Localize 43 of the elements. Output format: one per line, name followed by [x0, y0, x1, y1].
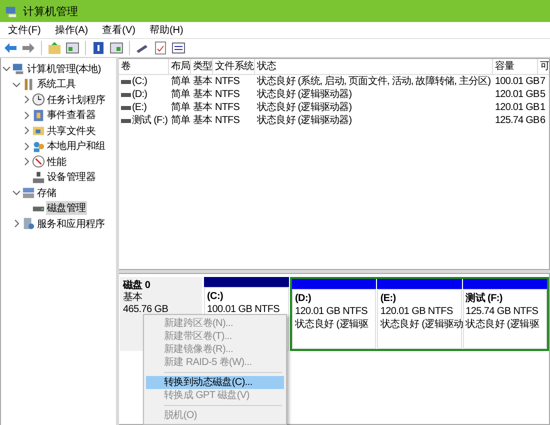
file-system-cell-text: NTFS [214, 114, 241, 127]
partition-name: (C:) [207, 291, 224, 303]
capacity-cell-text: 125.74 GB [494, 114, 538, 127]
column-7-cell-text: 1 [540, 101, 546, 114]
type-cell-text: 基本 [192, 101, 213, 114]
column-7-cell-text: 7 [540, 75, 546, 88]
status-cell-text: 状态良好 (逻辑驱动器) [256, 88, 353, 101]
partition-size: 120.01 GB NTFS [295, 306, 368, 318]
partition-status: 状态良好 (逻辑驱动 [380, 319, 464, 331]
file-system-cell-text: NTFS [214, 75, 241, 88]
status-cell-text: 状态良好 (逻辑驱动器) [256, 114, 353, 127]
partition-status: 状态良好 (逻辑驱 [466, 319, 540, 331]
partition-name: 测试 (F:) [466, 293, 502, 305]
type-cell-text: 基本 [192, 114, 213, 127]
type-cell-text: 基本 [192, 75, 213, 88]
column-7-cell-text: 5 [540, 88, 546, 101]
file-system-cell-text: NTFS [214, 101, 241, 114]
status-cell-text: 状态良好 (逻辑驱动器) [256, 101, 353, 114]
volume-name: (D:) [132, 88, 148, 101]
layout-cell-text: 简单 [170, 75, 191, 88]
partition-status: 状态良好 (逻辑驱 [295, 319, 368, 331]
volume-name: (E:) [132, 101, 147, 114]
partition-size: 120.01 GB NTFS [380, 306, 453, 318]
layout-cell-text: 简单 [170, 101, 191, 114]
capacity-cell-text: 120.01 GB [494, 101, 538, 114]
disk-name: 磁盘 0 [123, 280, 150, 292]
volume-name: 测试 (F:) [132, 114, 168, 127]
disk-type: 基本 [123, 292, 142, 304]
window-title: 计算机管理 [23, 4, 78, 18]
partition-name: (D:) [295, 293, 312, 305]
status-cell-text: 状态良好 (系统, 启动, 页面文件, 活动, 故障转储, 主分区) [256, 75, 492, 88]
layout-cell-text: 简单 [170, 88, 191, 101]
disk-size: 465.76 GB [123, 304, 168, 316]
column-7-cell-text: 6 [540, 114, 546, 127]
capacity-cell-text: 100.01 GB [494, 75, 538, 88]
partition-name: (E:) [380, 293, 396, 305]
partition-size: 125.74 GB NTFS [466, 306, 538, 318]
layout-cell-text: 简单 [170, 114, 191, 127]
capacity-cell-text: 120.01 GB [494, 88, 538, 101]
file-system-cell-text: NTFS [214, 88, 241, 101]
volume-name: (C:) [132, 75, 148, 88]
partition-size: 100.01 GB NTFS [207, 304, 280, 316]
type-cell-text: 基本 [192, 88, 213, 101]
